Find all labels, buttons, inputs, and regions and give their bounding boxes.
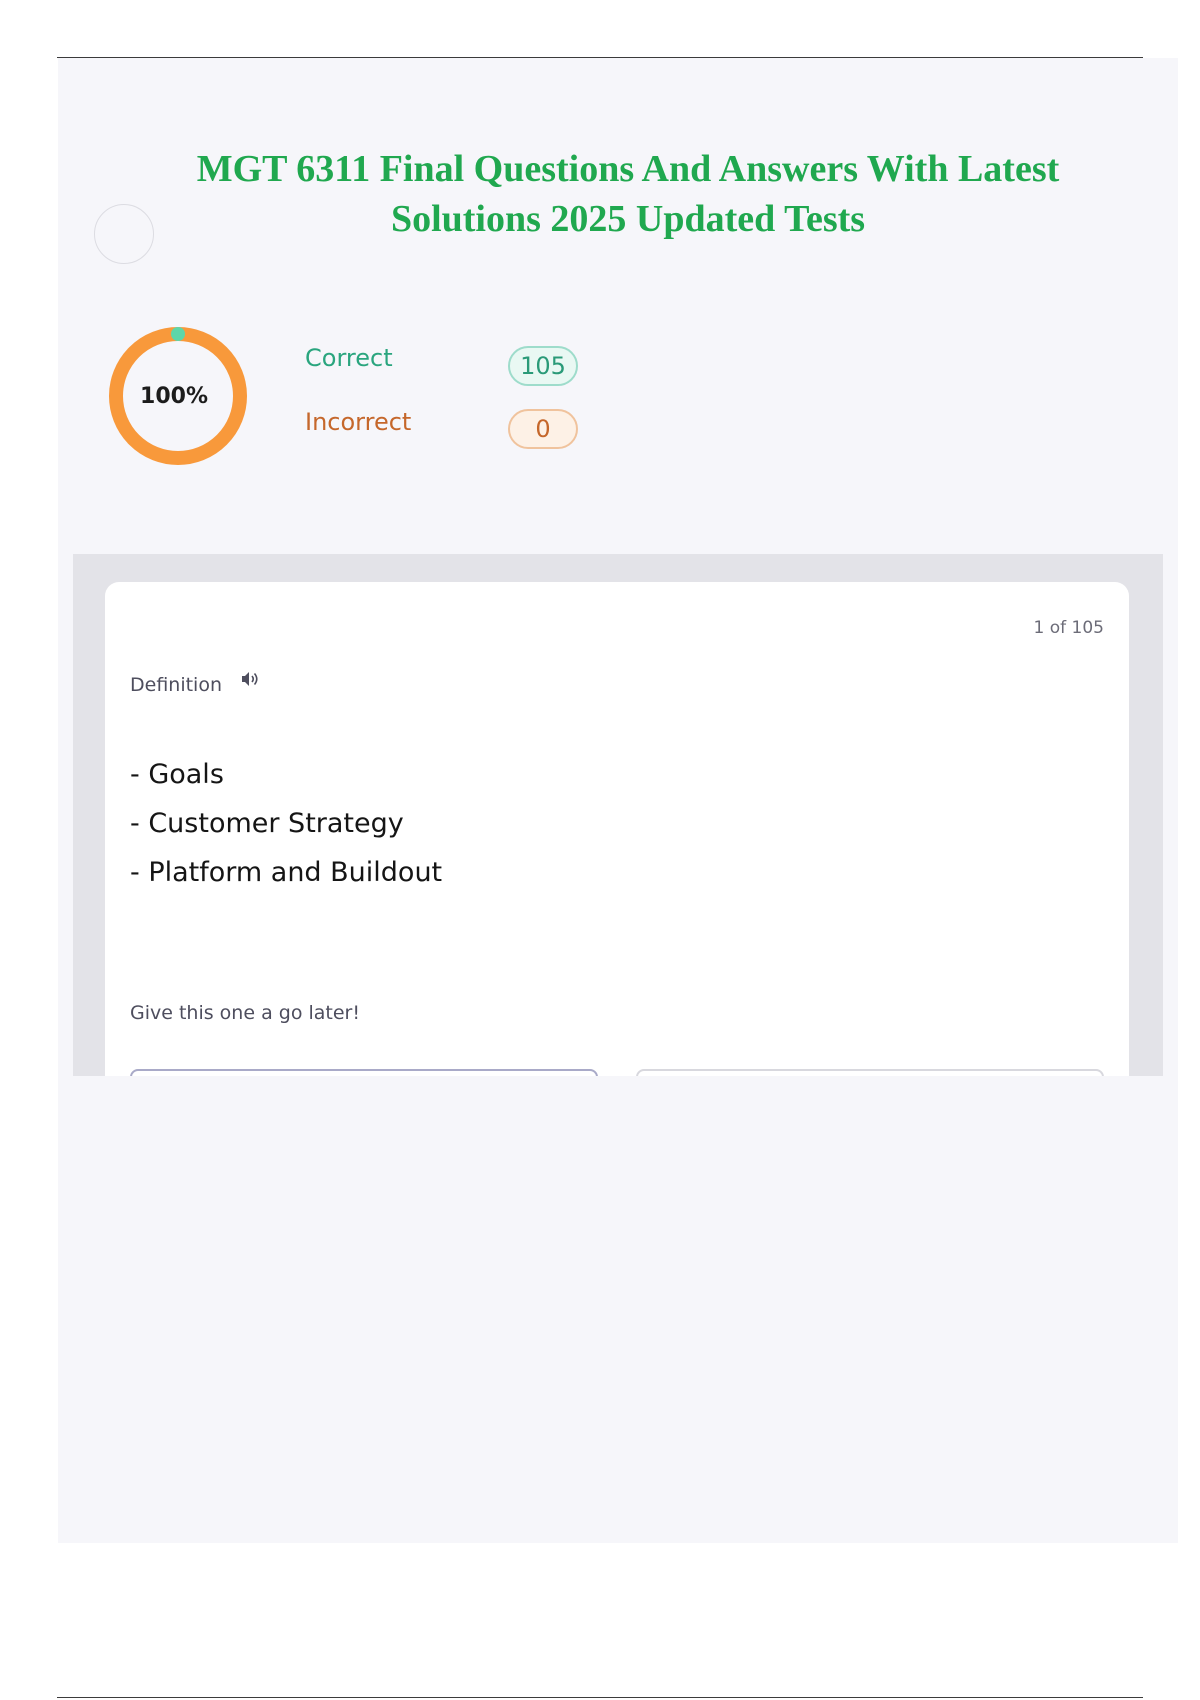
definition-list: - Goals - Customer Strategy - Platform a…: [130, 750, 442, 897]
page-bottom-rule: [57, 1697, 1143, 1698]
incorrect-count-badge: 0: [508, 409, 578, 449]
answer-option-right[interactable]: [636, 1069, 1104, 1076]
correct-label: Correct: [305, 344, 393, 372]
answer-option-left[interactable]: [130, 1069, 598, 1076]
definition-item: - Platform and Buildout: [130, 857, 443, 888]
card-counter: 1 of 105: [1033, 618, 1104, 638]
speaker-icon[interactable]: [240, 670, 260, 692]
definition-item: - Customer Strategy: [130, 808, 404, 839]
give-later-link[interactable]: Give this one a go later!: [130, 1002, 360, 1024]
incorrect-label: Incorrect: [305, 408, 412, 436]
score-percent: 100%: [140, 383, 208, 409]
flashcard-area: 1 of 105 Definition - Goals - Customer S…: [73, 554, 1163, 1076]
page-title: MGT 6311 Final Questions And Answers Wit…: [196, 148, 1060, 240]
correct-count-badge: 105: [508, 346, 578, 386]
card-type-label: Definition: [130, 674, 223, 696]
decorative-circle: [94, 204, 154, 264]
definition-item: - Goals: [130, 759, 224, 790]
document-panel: MGT 6311 Final Questions And Answers Wit…: [58, 58, 1178, 1543]
card-type: Definition: [130, 672, 260, 696]
flashcard: 1 of 105 Definition - Goals - Customer S…: [105, 582, 1129, 1076]
score-ring: 100%: [108, 326, 248, 466]
